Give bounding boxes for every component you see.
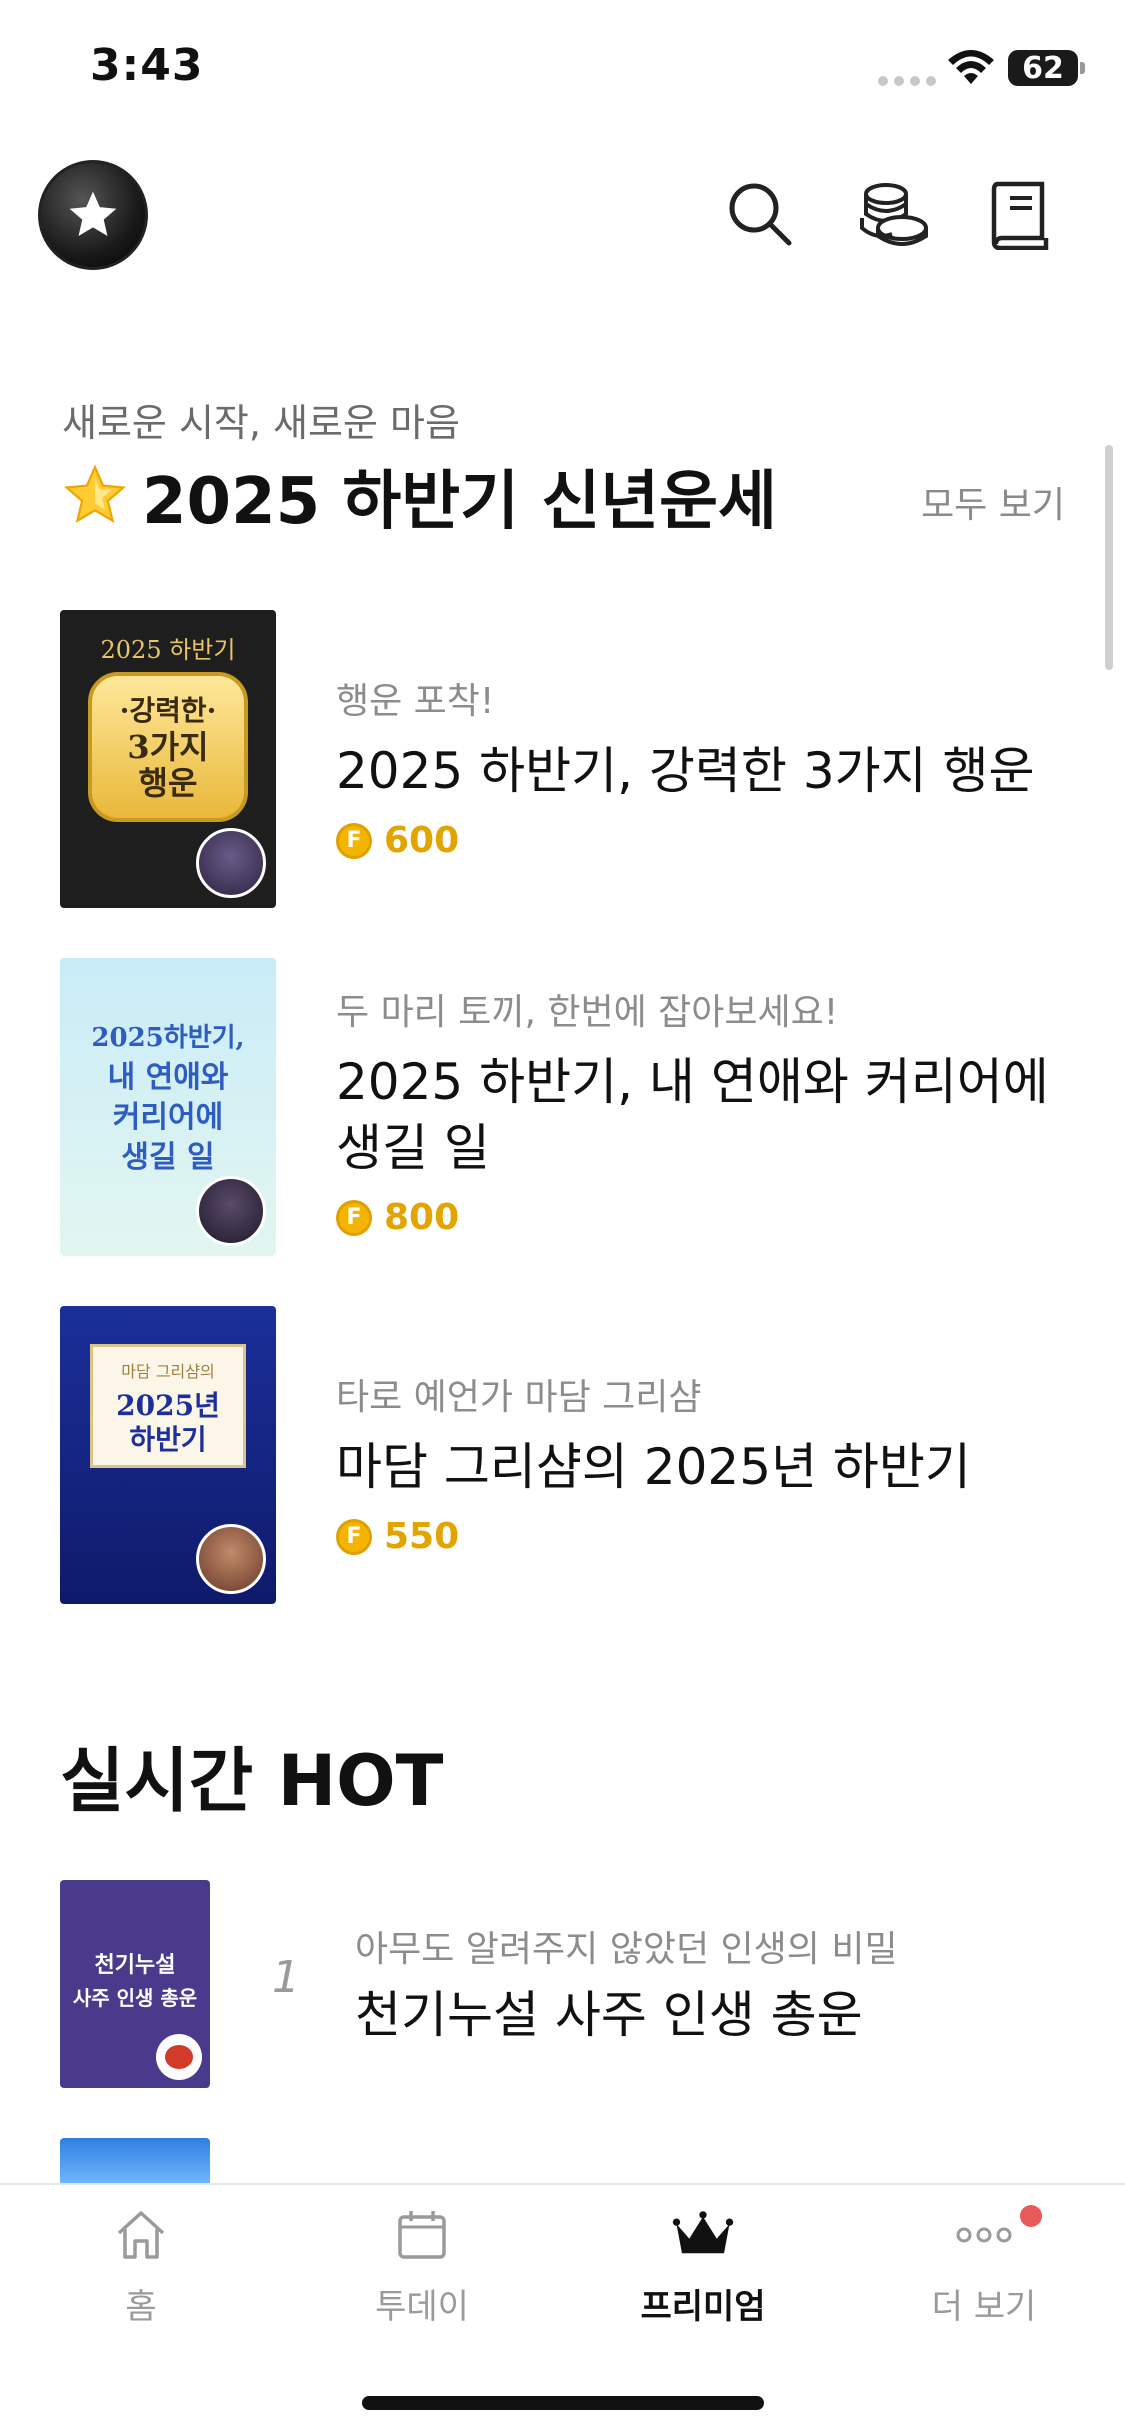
fortune-teller-avatar bbox=[196, 828, 266, 898]
price-value: 600 bbox=[384, 820, 460, 861]
product-title-line: 생길 일 bbox=[336, 1119, 490, 1177]
tab-home[interactable]: 홈 bbox=[41, 2203, 241, 2328]
price: F 600 bbox=[336, 820, 1035, 861]
glowing-star-icon bbox=[64, 464, 126, 524]
battery-nub bbox=[1080, 62, 1085, 74]
calendar-icon bbox=[390, 2203, 454, 2267]
hot-section-title: 실시간 HOT bbox=[60, 1740, 444, 1822]
thumb-line: 천기누설 bbox=[94, 1953, 176, 1978]
hot-item-thumbnail[interactable] bbox=[60, 2138, 210, 2183]
price-value: 550 bbox=[384, 1516, 460, 1557]
hot-item-subtitle: 아무도 알려주지 않았던 인생의 비밀 bbox=[355, 1929, 898, 1970]
coin-icon: F bbox=[336, 1199, 372, 1236]
wifi-icon bbox=[948, 50, 994, 84]
battery-indicator: 62 bbox=[1008, 50, 1078, 86]
tab-label: 프리미엄 bbox=[640, 2287, 766, 2327]
section-title-text: 2025 하반기 신년운세 bbox=[142, 465, 777, 539]
fortune-teller-avatar bbox=[196, 1524, 266, 1594]
thumb-line: 내 연애와 bbox=[107, 1060, 229, 1095]
product-subtitle: 타로 예언가 마담 그리샴 bbox=[336, 1377, 702, 1418]
search-icon[interactable] bbox=[718, 172, 802, 256]
thumb-line: 마담 그리샴의 bbox=[121, 1362, 215, 1381]
product-thumbnail: 마담 그리샴의 2025년 하반기 bbox=[60, 1306, 276, 1604]
tab-label: 투데이 bbox=[375, 2287, 469, 2327]
signal-icon bbox=[878, 76, 936, 86]
thumb-text: 천기누설 사주 인생 총운 bbox=[60, 1950, 210, 2014]
ladybug-icon bbox=[156, 2034, 202, 2080]
thumb-badge: ·강력한· 3가지 행운 bbox=[88, 672, 248, 822]
coin-icon: F bbox=[336, 822, 372, 859]
product-title-line: 2025 하반기, 내 연애와 커리어에 bbox=[336, 1053, 1049, 1111]
coin-icon: F bbox=[336, 1518, 372, 1555]
hot-item-title[interactable]: 천기누설 사주 인생 총운 bbox=[355, 1975, 863, 2047]
thumb-line: 2025년 bbox=[116, 1389, 220, 1422]
product-text: 타로 예언가 마담 그리샴 마담 그리샴의 2025년 하반기 F 550 bbox=[336, 1368, 971, 1557]
coins-icon[interactable] bbox=[852, 172, 936, 256]
product-card[interactable]: 2025 하반기 ·강력한· 3가지 행운 행운 포착! 2025 하반기, 강… bbox=[60, 610, 1060, 908]
price-value: 800 bbox=[384, 1197, 460, 1238]
thumb-line: 사주 인생 총운 bbox=[72, 1986, 198, 2010]
home-indicator bbox=[362, 2396, 764, 2410]
thumb-line: 커리어에 bbox=[112, 1100, 224, 1135]
scrollbar[interactable] bbox=[1105, 445, 1113, 670]
fortune-teller-avatar bbox=[196, 1176, 266, 1246]
thumb-line: ·강력한· bbox=[119, 694, 217, 727]
thumb-text: 2025하반기, 내 연애와 커리어에 생길 일 bbox=[80, 1018, 256, 1178]
product-card[interactable]: 마담 그리샴의 2025년 하반기 타로 예언가 마담 그리샴 마담 그리샴의 … bbox=[60, 1306, 1060, 1604]
tab-more[interactable]: 더 보기 bbox=[884, 2203, 1084, 2328]
hot-item-thumbnail[interactable]: 천기누설 사주 인생 총운 bbox=[60, 1880, 210, 2088]
product-title: 마담 그리샴의 2025년 하반기 bbox=[336, 1438, 971, 1496]
star-logo-icon[interactable] bbox=[38, 160, 148, 270]
tab-label: 더 보기 bbox=[931, 2287, 1037, 2327]
product-thumbnail: 2025 하반기 ·강력한· 3가지 행운 bbox=[60, 610, 276, 908]
tab-label: 홈 bbox=[125, 2287, 157, 2327]
thumb-line: 생길 일 bbox=[121, 1140, 215, 1175]
thumb-sign: 마담 그리샴의 2025년 하반기 bbox=[90, 1344, 246, 1468]
crown-icon bbox=[671, 2203, 735, 2267]
thumb-line: 3가지 bbox=[127, 728, 209, 766]
price: F 550 bbox=[336, 1516, 971, 1557]
thumb-heading: 2025 하반기 bbox=[100, 636, 236, 664]
section-subtitle: 새로운 시작, 새로운 마음 bbox=[62, 401, 460, 445]
see-all-link[interactable]: 모두 보기 bbox=[921, 476, 1065, 528]
status-time: 3:43 bbox=[90, 40, 204, 91]
product-title: 2025 하반기, 강력한 3가지 행운 bbox=[336, 742, 1035, 800]
tab-premium[interactable]: 프리미엄 bbox=[603, 2203, 803, 2328]
book-icon[interactable] bbox=[980, 172, 1064, 256]
tab-today[interactable]: 투데이 bbox=[322, 2203, 522, 2328]
price: F 800 bbox=[336, 1197, 1049, 1238]
product-subtitle: 두 마리 토끼, 한번에 잡아보세요! bbox=[336, 992, 839, 1033]
status-bar: 3:43 62 bbox=[0, 0, 1125, 135]
product-text: 행운 포착! 2025 하반기, 강력한 3가지 행운 F 600 bbox=[336, 672, 1035, 861]
thumb-line: 2025하반기, bbox=[91, 1023, 245, 1053]
product-text: 두 마리 토끼, 한번에 잡아보세요! 2025 하반기, 내 연애와 커리어에… bbox=[336, 983, 1049, 1238]
product-subtitle: 행운 포착! bbox=[336, 681, 495, 722]
thumb-line: 행운 bbox=[138, 764, 198, 802]
section-title: 2025 하반기 신년운세 bbox=[62, 450, 777, 542]
hot-rank: 1 bbox=[272, 1952, 300, 2003]
product-thumbnail: 2025하반기, 내 연애와 커리어에 생길 일 bbox=[60, 958, 276, 1256]
product-card[interactable]: 2025하반기, 내 연애와 커리어에 생길 일 두 마리 토끼, 한번에 잡아… bbox=[60, 958, 1060, 1256]
more-icon bbox=[952, 2203, 1016, 2267]
notification-badge bbox=[1020, 2205, 1042, 2227]
home-icon bbox=[109, 2203, 173, 2267]
thumb-line: 하반기 bbox=[129, 1423, 207, 1456]
